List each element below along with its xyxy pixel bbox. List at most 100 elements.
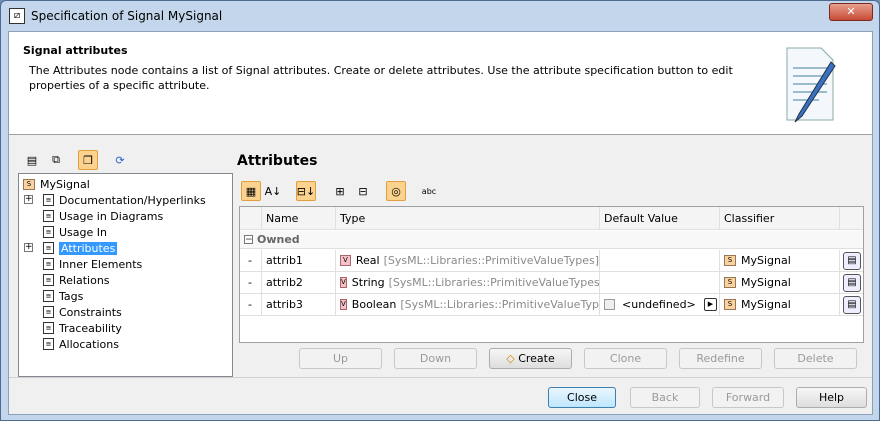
- help-button[interactable]: Help: [796, 387, 867, 408]
- abc-options-icon[interactable]: abc: [419, 181, 439, 201]
- page-icon: ≡: [43, 242, 54, 254]
- page-icon: ≡: [43, 258, 54, 270]
- tree-item-label: Relations: [59, 273, 110, 287]
- table-header: Name Type Default Value Classifier: [240, 207, 863, 230]
- tree-item[interactable]: ≡ Usage in Diagrams: [43, 208, 163, 224]
- header-panel: Signal attributes The Attributes node co…: [9, 32, 872, 135]
- name-cell[interactable]: attrib3: [262, 294, 336, 315]
- delete-button[interactable]: Delete: [774, 348, 857, 369]
- tree-item[interactable]: ≡ Allocations: [43, 336, 119, 352]
- visibility-cell: -: [240, 294, 262, 315]
- expand-icon[interactable]: +: [24, 243, 33, 252]
- tree-view-icon[interactable]: ⧉: [46, 150, 66, 170]
- close-button[interactable]: Close: [548, 387, 616, 408]
- tree-item[interactable]: ≡ Relations: [43, 272, 110, 288]
- forward-button[interactable]: Forward: [712, 387, 784, 408]
- expand-icon[interactable]: +: [24, 195, 33, 204]
- tree-item[interactable]: ≡ Attributes: [43, 240, 118, 256]
- tree-item-label: Usage In: [59, 225, 107, 239]
- tree-item-label: Documentation/Hyperlinks: [59, 193, 206, 207]
- play-icon[interactable]: ▶: [704, 298, 717, 311]
- type-cell[interactable]: V String [SysML::Libraries::PrimitiveValue…: [336, 272, 600, 293]
- type-cell[interactable]: V Real [SysML::Libraries::PrimitiveValueTy…: [336, 250, 600, 271]
- redefine-button[interactable]: Redefine: [679, 348, 762, 369]
- back-button[interactable]: Back: [630, 387, 700, 408]
- value-type-icon: V: [340, 255, 351, 266]
- column-classifier[interactable]: Classifier: [720, 207, 840, 229]
- page-icon: ≡: [43, 306, 54, 318]
- panel-title: Attributes: [237, 153, 318, 169]
- group-by-icon[interactable]: ▦: [241, 181, 261, 201]
- document-pencil-icon: [786, 47, 836, 123]
- list-view-icon[interactable]: ▤: [22, 150, 42, 170]
- page-icon: ≡: [43, 194, 54, 206]
- classifier-name: MySignal: [741, 276, 791, 289]
- down-button[interactable]: Down: [394, 348, 477, 369]
- default-value-cell[interactable]: <undefined> ▶: [600, 294, 720, 315]
- classifier-name: MySignal: [741, 254, 791, 267]
- page-icon: ≡: [43, 226, 54, 238]
- dialog-window: ⧄ Specification of Signal MySignal ✕ Sig…: [0, 0, 880, 421]
- compact-view-icon[interactable]: ❐: [78, 150, 98, 170]
- specification-icon[interactable]: ▤: [843, 251, 861, 270]
- column-name[interactable]: Name: [262, 207, 336, 229]
- up-button[interactable]: Up: [299, 348, 382, 369]
- tree-item[interactable]: ≡ Traceability: [43, 320, 122, 336]
- type-cell[interactable]: V Boolean [SysML::Libraries::PrimitiveValu…: [336, 294, 600, 315]
- default-value-cell[interactable]: [600, 250, 720, 271]
- tree-item-label: Allocations: [59, 337, 119, 351]
- name-cell[interactable]: attrib2: [262, 272, 336, 293]
- visibility-cell: -: [240, 272, 262, 293]
- tree-item[interactable]: ≡ Inner Elements: [43, 256, 142, 272]
- type-path: [SysML::Libraries::PrimitiveValueTypes]: [400, 298, 600, 311]
- signal-icon: S: [23, 178, 35, 190]
- dialog-client: Signal attributes The Attributes node co…: [8, 31, 873, 415]
- tree-root[interactable]: S MySignal: [23, 176, 90, 192]
- table-row[interactable]: - attrib2 V String [SysML::Libraries::Primit…: [240, 272, 863, 294]
- create-button[interactable]: ◇ Create: [489, 348, 572, 369]
- signal-icon: S: [724, 255, 736, 266]
- tree-item[interactable]: ≡ Documentation/Hyperlinks: [43, 192, 206, 208]
- classifier-cell[interactable]: S MySignal: [720, 294, 840, 315]
- show-inherited-icon[interactable]: ◎: [386, 181, 406, 201]
- checkbox[interactable]: [604, 299, 615, 310]
- sort-alphabetically-icon[interactable]: A↓: [263, 181, 283, 201]
- tree-item[interactable]: ≡ Usage In: [43, 224, 107, 240]
- column-type[interactable]: Type: [336, 207, 600, 229]
- name-cell[interactable]: attrib1: [262, 250, 336, 271]
- signal-icon: S: [724, 299, 736, 310]
- table-row[interactable]: - attrib1 V Real [SysML::Libraries::Primitiv…: [240, 250, 863, 272]
- collapse-all-icon[interactable]: ⊟: [353, 181, 373, 201]
- value-type-icon: V: [340, 277, 347, 288]
- clone-button[interactable]: Clone: [584, 348, 667, 369]
- tree-item-label: Constraints: [59, 305, 122, 319]
- expand-all-icon[interactable]: ⊞: [330, 181, 350, 201]
- header-title: Signal attributes: [23, 44, 128, 57]
- specification-icon[interactable]: ▤: [843, 273, 861, 292]
- sort-by-owner-icon[interactable]: ⊟↓: [296, 181, 316, 201]
- column-default-value[interactable]: Default Value: [600, 207, 720, 229]
- classifier-cell[interactable]: S MySignal: [720, 250, 840, 271]
- tree-item-label: Traceability: [59, 321, 122, 335]
- signal-icon: S: [724, 277, 736, 288]
- window-close-button[interactable]: ✕: [829, 3, 873, 21]
- default-value-cell[interactable]: [600, 272, 720, 293]
- page-icon: ≡: [43, 290, 54, 302]
- type-name: Real: [355, 254, 380, 267]
- specification-icon[interactable]: ▤: [843, 295, 861, 314]
- classifier-name: MySignal: [741, 298, 791, 311]
- create-label: Create: [518, 352, 555, 365]
- window-title: Specification of Signal MySignal: [31, 8, 223, 23]
- navigation-tree: S MySignal + ≡ Documentation/Hyperlinks ≡ Usa…: [18, 173, 233, 377]
- tree-item[interactable]: ≡ Constraints: [43, 304, 122, 320]
- page-icon: ≡: [43, 210, 54, 222]
- group-owned[interactable]: − Owned: [240, 231, 863, 249]
- collapse-icon[interactable]: −: [244, 235, 253, 245]
- type-name: String: [351, 276, 385, 289]
- refresh-icon[interactable]: ⟳: [110, 150, 130, 170]
- classifier-cell[interactable]: S MySignal: [720, 272, 840, 293]
- table-row[interactable]: - attrib3 V Boolean [SysML::Libraries::Primi…: [240, 294, 863, 316]
- tree-item-label: Attributes: [59, 241, 118, 255]
- type-name: Boolean: [351, 298, 397, 311]
- tree-item[interactable]: ≡ Tags: [43, 288, 83, 304]
